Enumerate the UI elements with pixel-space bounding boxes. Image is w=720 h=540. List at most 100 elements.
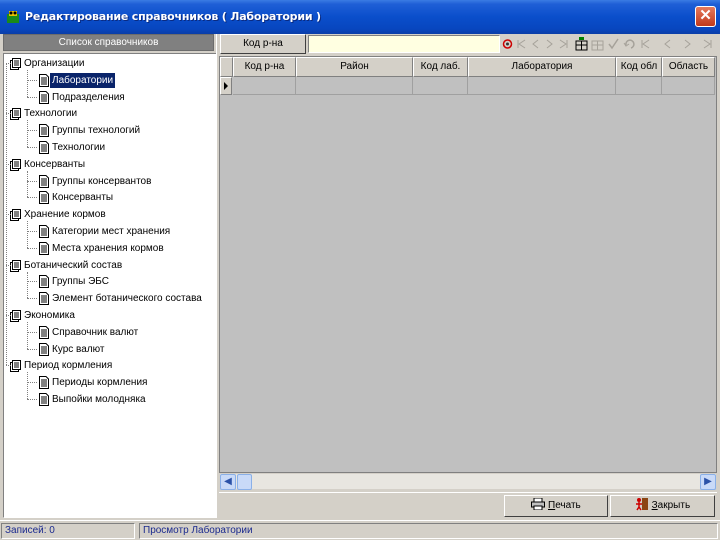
tree-item-node[interactable]: Лаборатории: [38, 72, 116, 88]
tree-item-node[interactable]: Периоды кормления: [38, 375, 149, 390]
tree-item-label: Лаборатории: [50, 72, 116, 88]
horizontal-scrollbar[interactable]: ◀ ▶: [219, 473, 717, 490]
search-input[interactable]: [308, 35, 500, 53]
grid-corner: [220, 57, 233, 77]
document-icon: [38, 123, 50, 138]
post-edit-icon[interactable]: [607, 35, 620, 53]
scroll-left-icon[interactable]: ◀: [220, 474, 236, 490]
window-close-button[interactable]: ✕: [695, 6, 716, 27]
tree-connector: [27, 197, 37, 199]
tree-item-node[interactable]: Категории мест хранения: [38, 224, 172, 239]
table-cell[interactable]: [413, 77, 468, 95]
printer-icon: [531, 497, 546, 511]
cancel-edit-icon[interactable]: [623, 35, 636, 53]
tree-connector: [27, 399, 37, 400]
print-button-label: ечать: [555, 500, 581, 511]
dictionary-list-header: Список справочников: [3, 34, 214, 51]
tree-connector: [27, 322, 28, 349]
next-record-icon[interactable]: [543, 35, 556, 53]
tree-connector: [27, 281, 37, 283]
first-record-icon[interactable]: [515, 35, 528, 53]
tree-item-node[interactable]: Курс валют: [38, 342, 107, 357]
next-page-icon[interactable]: [681, 35, 694, 53]
tree-group-node[interactable]: Технологии: [10, 106, 79, 121]
table-cell[interactable]: [296, 77, 413, 95]
tree-group-node[interactable]: Ботанический состав: [10, 258, 124, 273]
tree-group-label: Экономика: [24, 310, 75, 321]
tree-connector: [27, 96, 37, 98]
tree-group-label: Период кормления: [24, 360, 113, 372]
status-records: Записей: 0: [1, 523, 135, 539]
column-header[interactable]: Код лаб.: [413, 57, 468, 77]
tree-item-label: Группы ЭБС: [52, 276, 109, 288]
tree-connector: [27, 271, 28, 299]
close-button[interactable]: Закрыть: [610, 495, 715, 517]
document-icon: [38, 224, 50, 238]
table-cell[interactable]: [233, 77, 296, 95]
scroll-right-icon[interactable]: ▶: [700, 474, 716, 490]
tree-item-label: Места хранения кормов: [52, 242, 164, 254]
tree-item-node[interactable]: Группы консервантов: [38, 174, 153, 189]
refresh-icon[interactable]: [501, 35, 514, 53]
status-mode: Просмотр Лаборатории: [139, 523, 718, 539]
tree-group-node[interactable]: Хранение кормов: [10, 207, 108, 222]
scroll-thumb[interactable]: [237, 474, 252, 490]
tree-connector: [27, 372, 28, 399]
tree-item-label: Группы консервантов: [52, 175, 152, 187]
tree-item-node[interactable]: Технологии: [38, 140, 107, 155]
table-cell[interactable]: [662, 77, 715, 95]
tree-group-label: Консерванты: [24, 158, 86, 170]
last-page-icon[interactable]: [701, 35, 714, 53]
document-icon: [38, 325, 50, 339]
column-header[interactable]: Код р-на: [233, 57, 296, 77]
table-cell[interactable]: [468, 77, 616, 95]
tree-item-node[interactable]: Справочник валют: [38, 325, 140, 340]
tree-group-node[interactable]: Консерванты: [10, 157, 87, 172]
table-cell[interactable]: [616, 77, 662, 95]
folder-stack-icon: [10, 358, 22, 373]
last-record-icon[interactable]: [557, 35, 570, 53]
print-button[interactable]: Печать: [504, 495, 608, 517]
tree-connector: [27, 247, 37, 249]
document-icon: [38, 190, 50, 205]
insert-record-icon[interactable]: [575, 35, 588, 53]
search-field-button[interactable]: Код р-на: [220, 34, 306, 54]
tree-item-node[interactable]: Подразделения: [38, 90, 127, 105]
tree-item-node[interactable]: Элемент ботанического состава: [38, 291, 204, 306]
prior-page-icon[interactable]: [661, 35, 674, 53]
tree-group-label: Организации: [24, 58, 85, 69]
tree-item-label: Категории мест хранения: [52, 226, 171, 237]
tree-item-label: Элемент ботанического состава: [52, 293, 202, 305]
tree-group-node[interactable]: Экономика: [10, 308, 77, 323]
tree-item-node[interactable]: Консерванты: [38, 190, 115, 205]
tree-item-label: Выпойки молодняка: [52, 394, 146, 405]
column-header[interactable]: Лаборатория: [468, 57, 616, 77]
folder-stack-icon: [10, 207, 22, 222]
tree-group-node[interactable]: Организации: [10, 56, 86, 71]
tree-connector: [27, 130, 37, 132]
close-button-label: акрыть: [657, 500, 691, 511]
tree-item-node[interactable]: Выпойки молодняка: [38, 392, 148, 407]
tree-item-node[interactable]: Группы технологий: [38, 123, 142, 138]
title-bar: Редактирование справочников ( Лаборатори…: [0, 0, 720, 34]
tree-item-node[interactable]: Места хранения кормов: [38, 241, 166, 256]
exit-icon: [635, 498, 648, 511]
tree-connector: [27, 331, 37, 333]
status-bar: Записей: 0 Просмотр Лаборатории: [0, 520, 720, 540]
tree-group-node[interactable]: Период кормления: [10, 358, 114, 373]
first-page-icon[interactable]: [639, 35, 652, 53]
tree-connector: [27, 221, 28, 248]
data-grid[interactable]: Код р-на Район Код лаб. Лаборатория Код обл О…: [219, 56, 717, 473]
delete-record-icon[interactable]: [591, 35, 604, 53]
table-row[interactable]: [220, 77, 716, 95]
column-header[interactable]: Район: [296, 57, 413, 77]
tree-item-label: Периоды кормления: [52, 377, 148, 389]
prior-record-icon[interactable]: [529, 35, 542, 53]
column-header[interactable]: Область: [662, 57, 715, 77]
window-title: Редактирование справочников ( Лаборатори…: [25, 10, 321, 23]
dictionary-tree[interactable]: Организации Лаборатории Подразделения Техно…: [3, 53, 218, 518]
document-icon: [38, 392, 50, 406]
tree-item-node[interactable]: Группы ЭБС: [38, 274, 111, 289]
column-header[interactable]: Код обл: [616, 57, 662, 77]
tree-connector: [27, 170, 28, 198]
